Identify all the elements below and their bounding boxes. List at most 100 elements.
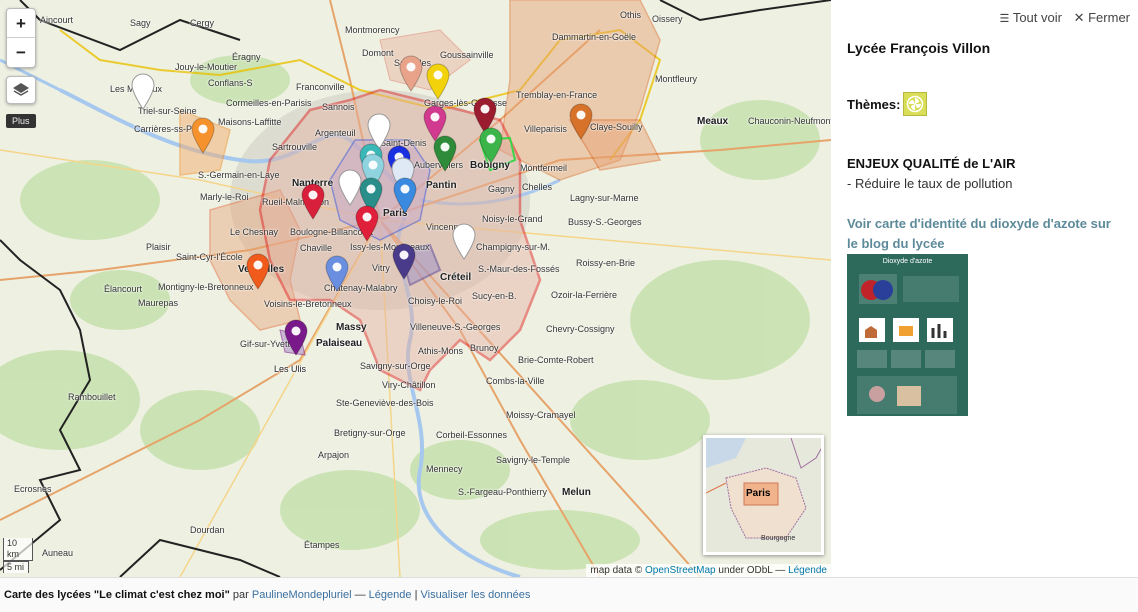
school-title: Lycée François Villon [847,40,991,56]
map-pin-icon [392,243,416,280]
panel-actions: ☰ Tout voir ✕ Fermer [992,10,1130,26]
minimap[interactable]: Paris Bourgogne [703,435,824,555]
air-quality-theme-icon[interactable] [903,92,928,116]
town-label: Maisons-Laffitte [218,117,282,127]
town-label: Choisy-le-Roi [408,296,463,306]
town-label: Pantin [426,180,457,191]
school-marker[interactable] [190,116,216,154]
town-label: Brie-Comte-Robert [518,355,594,365]
town-label: Brunoy [470,343,499,353]
infographic-image[interactable]: Dioxyde d'azote [847,254,968,426]
town-label: Jouy-le-Moutier [175,62,238,72]
town-label: Cormeilles-en-Parisis [226,98,312,108]
school-marker[interactable] [425,62,451,100]
school-marker[interactable] [392,176,418,214]
zoom-out-button[interactable]: − [7,38,35,67]
footer-by: par [232,589,249,601]
town-label: Plaisir [146,242,171,252]
map-pin-icon [338,169,362,206]
footer-sep2: | [414,589,418,601]
scale-km: 10 km [3,538,33,561]
school-marker[interactable] [354,204,380,242]
close-button[interactable]: ✕ Fermer [1074,10,1130,25]
info-panel: ☰ Tout voir ✕ Fermer Lycée François Vill… [831,0,1138,577]
town-label: Mennecy [426,464,463,474]
attribution-legend-link[interactable]: Légende [788,565,827,576]
town-label: Moissy-Cramayel [506,410,576,420]
town-label: Roissy-en-Brie [576,258,636,268]
town-label: Saint-Cyr-l'École [176,252,243,262]
town-label: Le Chesnay [230,227,279,237]
town-label: Palaiseau [316,338,363,349]
close-icon: ✕ [1073,10,1085,25]
minimap-label: Paris [746,488,771,499]
town-label: Vitry [372,263,390,273]
fan-icon [907,95,924,113]
school-marker[interactable] [391,242,417,280]
town-label: Auneau [42,548,74,558]
osm-link[interactable]: OpenStreetMap [645,565,716,576]
zoom-control: + − [6,8,36,68]
blog-link[interactable]: Voir carte d'identité du dioxyde d'azote… [847,214,1122,254]
town-label: Combs-la-Ville [486,376,545,386]
school-marker[interactable] [432,134,458,172]
layers-icon [13,83,29,96]
town-label: Tremblay-en-France [516,90,598,100]
town-label: Lagny-sur-Marne [570,193,639,203]
map-pin-icon [399,55,423,92]
attribution-license: under ODbL — [718,565,786,576]
list-icon: ☰ [999,13,1010,25]
town-label: Bussy-S.-Georges [568,217,642,227]
school-marker[interactable] [283,318,309,356]
town-label: Montfleury [655,74,698,84]
attribution: map data © OpenStreetMap under ODbL — Lé… [586,564,831,577]
zoom-in-button[interactable]: + [7,9,35,38]
town-label: Maurepas [138,298,179,308]
map-pin-icon [246,253,270,290]
minimap-sublabel: Bourgogne [761,535,796,542]
town-label: Arpajon [318,450,350,460]
issue-item: - Réduire le taux de pollution [847,176,1013,191]
town-label: Éragny [232,52,261,62]
view-all-button[interactable]: ☰ Tout voir [1000,10,1062,25]
author-link[interactable]: PaulineMondepluriel [252,589,352,601]
town-label: Villeparisis [524,124,567,134]
town-label: Champigny-sur-M. [476,242,551,252]
map-pin-icon [284,319,308,356]
town-label: Villeneuve-S.-Georges [410,322,501,332]
view-data-link[interactable]: Visualiser les données [420,589,530,601]
town-label: Oissery [652,14,683,24]
school-marker[interactable] [300,182,326,220]
school-marker[interactable] [130,72,156,110]
themes-label: Thèmes: [847,96,901,112]
map-pin-icon [131,73,155,110]
school-marker[interactable] [398,54,424,92]
school-marker[interactable] [337,168,363,206]
town-label: Othis [620,10,642,20]
map-pin-icon [393,177,417,214]
themes-row: Thèmes: [847,92,928,116]
layers-button[interactable] [6,76,36,104]
map-view[interactable]: Aincourt Sagy Cergy Éragny Jouy-le-Moutier Co… [0,0,831,577]
school-marker[interactable] [324,254,350,292]
town-label: Issy-les-Moulineaux [350,242,430,252]
attribution-prefix: map data © [590,565,643,576]
legend-link[interactable]: Légende [369,589,412,601]
footer-sep1: — [354,589,366,601]
town-label: Chelles [522,182,553,192]
map-pin-icon [301,183,325,220]
school-marker[interactable] [245,252,271,290]
school-marker[interactable] [451,222,477,260]
more-controls-button[interactable]: Plus [6,114,36,128]
map-pin-icon [479,127,503,164]
town-label: Les Ulis [274,364,307,374]
town-label: Montfermeil [520,163,568,173]
town-label: Créteil [440,272,472,283]
school-marker[interactable] [478,126,504,164]
town-label: Ecrosnes [14,484,52,494]
town-label: Conflans-S [208,78,253,88]
school-marker[interactable] [568,102,594,140]
town-label: Sartrouville [272,142,318,152]
town-label: Sucy-en-B. [472,291,517,301]
infographic-graphic [847,274,968,426]
